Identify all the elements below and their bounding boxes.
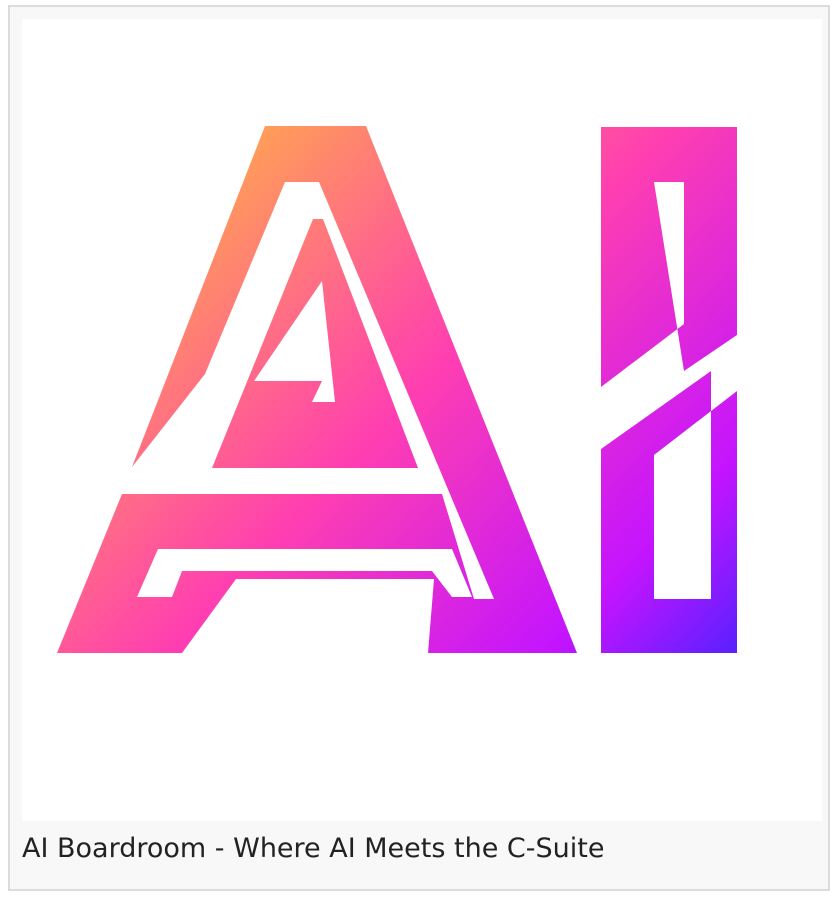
image-caption: AI Boardroom - Where AI Meets the C-Suit… <box>22 833 605 864</box>
ai-logo-letter-i <box>601 127 737 653</box>
ai-logo-icon <box>57 126 737 653</box>
image-card: AI Boardroom - Where AI Meets the C-Suit… <box>8 5 830 891</box>
logo-image <box>22 19 822 821</box>
ai-logo-letter-a <box>57 126 577 653</box>
